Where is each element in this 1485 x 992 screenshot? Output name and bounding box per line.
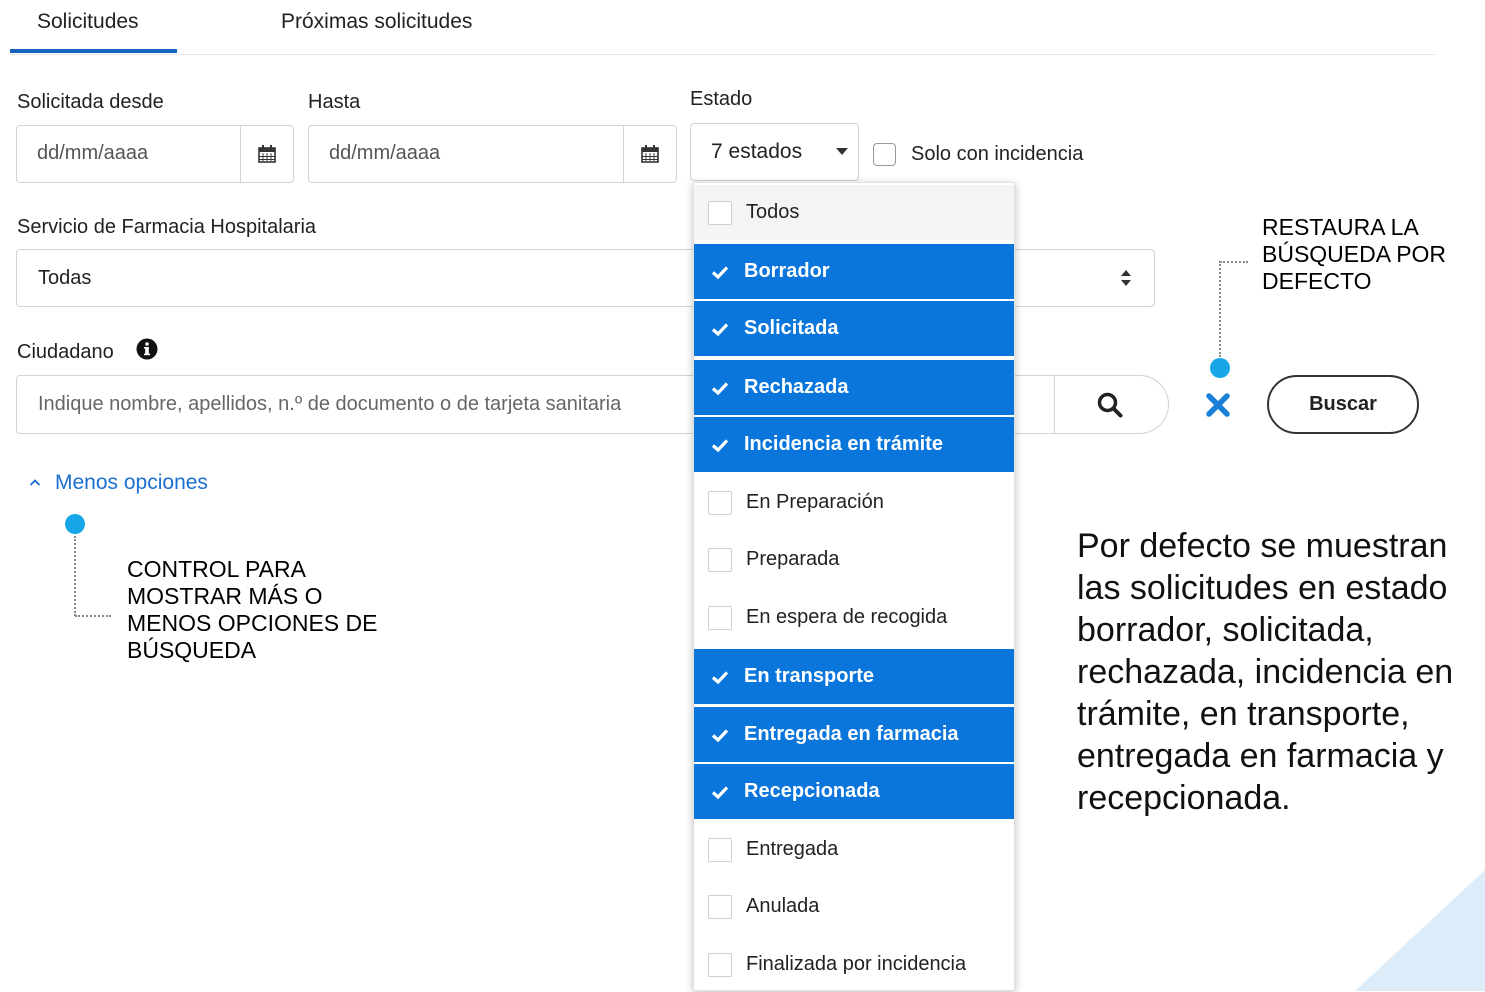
estado-option-preparada[interactable]: Preparada <box>694 532 1014 587</box>
info-line-7: recepcionada. <box>1077 779 1291 817</box>
estado-option-incidencia-en-tramite[interactable]: Incidencia en trámite <box>694 417 1014 472</box>
check-icon <box>711 670 729 684</box>
decorative-corner-shape <box>1355 870 1485 991</box>
option-checkbox <box>708 547 732 572</box>
search-icon <box>1097 392 1123 418</box>
less-options-link[interactable]: Menos opciones <box>55 471 208 495</box>
annotation-line-1: CONTROL PARA <box>127 556 306 582</box>
incidencia-checkbox[interactable] <box>873 143 896 166</box>
option-label: Todos <box>746 201 800 223</box>
option-checkbox <box>708 894 732 919</box>
active-tab-indicator <box>10 49 177 53</box>
option-label: Solicitada <box>744 317 839 339</box>
option-checkbox <box>708 605 732 630</box>
buscar-button[interactable]: Buscar <box>1267 375 1419 434</box>
option-label: Borrador <box>744 260 830 282</box>
estado-option-en-transporte[interactable]: En transporte <box>694 649 1014 704</box>
close-icon[interactable] <box>1205 392 1231 418</box>
annotation-line-1: RESTAURA LA <box>1262 214 1419 240</box>
chevron-down-icon <box>836 148 848 155</box>
option-label: En espera de recogida <box>746 606 948 628</box>
estado-option-en-espera-de-recogida[interactable]: En espera de recogida <box>694 590 1014 645</box>
annotation-dot <box>1210 358 1230 378</box>
date-to-calendar-button[interactable] <box>623 126 676 182</box>
option-checkbox <box>708 200 732 225</box>
option-label: Anulada <box>746 895 820 917</box>
date-to-label: Hasta <box>308 91 361 113</box>
tab-solicitudes[interactable]: Solicitudes <box>37 10 139 34</box>
annotation-line-2: BÚSQUEDA POR <box>1262 241 1447 267</box>
option-label: Finalizada por incidencia <box>746 953 967 975</box>
estado-option-recepcionada[interactable]: Recepcionada <box>694 764 1014 819</box>
estado-option-borrador[interactable]: Borrador <box>694 244 1014 299</box>
estado-option-entregada-en-farmacia[interactable]: Entregada en farmacia <box>694 707 1014 762</box>
calendar-icon <box>258 145 276 163</box>
date-to-placeholder: dd/mm/aaaa <box>329 142 441 164</box>
option-checkbox <box>708 952 732 977</box>
estado-option-solicitada[interactable]: Solicitada <box>694 301 1014 356</box>
search-button[interactable] <box>1054 376 1170 433</box>
info-line-6: entregada en farmacia y <box>1077 737 1444 775</box>
option-checkbox <box>708 490 732 515</box>
date-to-field[interactable]: dd/mm/aaaa <box>308 125 677 183</box>
check-icon <box>711 785 729 799</box>
servicio-label: Servicio de Farmacia Hospitalaria <box>17 216 317 238</box>
annotation-line <box>75 615 111 617</box>
ciudadano-label: Ciudadano <box>17 341 114 363</box>
tab-proximas-solicitudes[interactable]: Próximas solicitudes <box>281 10 472 34</box>
calendar-icon <box>641 145 659 163</box>
option-label: Rechazada <box>744 376 849 398</box>
option-label: En Preparación <box>746 491 884 513</box>
date-from-placeholder: dd/mm/aaaa <box>37 142 149 164</box>
estado-label: Estado <box>690 88 753 110</box>
info-line-4: rechazada, incidencia en <box>1077 653 1454 691</box>
option-label: Incidencia en trámite <box>744 433 943 455</box>
incidencia-label: Solo con incidencia <box>911 143 1084 165</box>
option-checkbox <box>708 837 732 862</box>
estado-option-rechazada[interactable]: Rechazada <box>694 360 1014 415</box>
tabs-divider <box>10 54 1435 55</box>
date-from-label: Solicitada desde <box>17 91 164 113</box>
annotation-dot <box>65 514 85 534</box>
check-icon <box>711 381 729 395</box>
annotation-line-3: DEFECTO <box>1262 268 1372 294</box>
estado-option-anulada[interactable]: Anulada <box>694 879 1014 934</box>
restore-annotation: RESTAURA LA BÚSQUEDA POR DEFECTO <box>1262 214 1446 295</box>
info-line-3: borrador, solicitada, <box>1077 611 1374 649</box>
annotation-line <box>1220 261 1248 263</box>
annotation-line-2: MOSTRAR MÁS O <box>127 583 323 609</box>
date-from-calendar-button[interactable] <box>240 126 293 182</box>
servicio-value: Todas <box>38 267 92 289</box>
estado-option-finalizada-por-incidencia[interactable]: Finalizada por incidencia <box>694 937 1014 992</box>
option-label: Entregada en farmacia <box>744 723 959 745</box>
check-icon <box>711 438 729 452</box>
check-icon <box>711 322 729 336</box>
info-line-1: Por defecto se muestran <box>1077 527 1448 565</box>
option-label: En transporte <box>744 665 875 687</box>
check-icon <box>711 728 729 742</box>
info-line-2: las solicitudes en estado <box>1077 569 1448 607</box>
info-paragraph: Por defecto se muestran las solicitudes … <box>1077 525 1485 819</box>
control-annotation: CONTROL PARA MOSTRAR MÁS O MENOS OPCIONE… <box>127 556 377 664</box>
annotation-line-3: MENOS OPCIONES DE <box>127 610 378 636</box>
estado-option-en-preparacion[interactable]: En Preparación <box>694 475 1014 530</box>
annotation-line <box>74 536 76 616</box>
option-label: Entregada <box>746 838 839 860</box>
date-from-field[interactable]: dd/mm/aaaa <box>16 125 294 183</box>
estado-select[interactable]: 7 estados <box>690 123 859 181</box>
estado-dropdown: Todos Borrador Solicitada Rechazada Inci… <box>693 182 1015 991</box>
chevron-up-icon[interactable] <box>29 478 41 486</box>
option-label: Recepcionada <box>744 780 880 802</box>
check-icon <box>711 265 729 279</box>
annotation-line-4: BÚSQUEDA <box>127 637 257 663</box>
estado-value: 7 estados <box>711 140 803 163</box>
estado-option-entregada[interactable]: Entregada <box>694 822 1014 877</box>
option-label: Preparada <box>746 548 840 570</box>
ciudadano-input[interactable]: Indique nombre, apellidos, n.º de docume… <box>38 393 621 416</box>
estado-option-todos[interactable]: Todos <box>694 185 1014 240</box>
info-circle-icon[interactable] <box>136 338 158 360</box>
info-line-5: trámite, en transporte, <box>1077 695 1410 733</box>
annotation-line <box>1219 261 1221 357</box>
sort-icon <box>1121 270 1131 286</box>
